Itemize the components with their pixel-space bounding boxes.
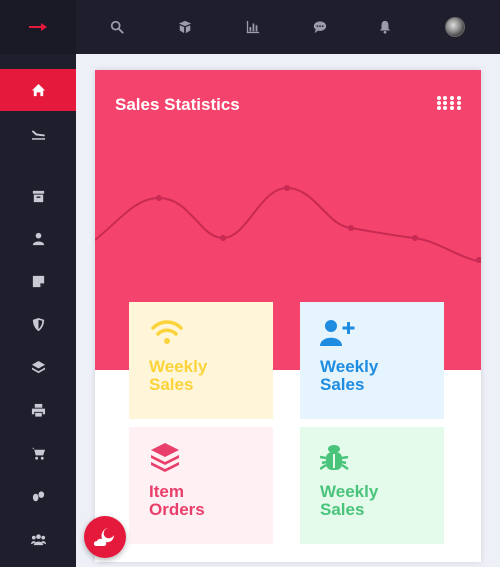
- sales-trend-line: [95, 185, 481, 263]
- messages-button[interactable]: [312, 19, 328, 35]
- tile-label: Weekly Sales: [149, 357, 208, 394]
- tile-label: Weekly Sales: [320, 482, 379, 519]
- users-icon: [30, 533, 46, 545]
- layers-icon: [151, 443, 179, 472]
- weekly-sales-bugs-tile[interactable]: Weekly Sales: [300, 427, 444, 544]
- sidebar-item-layers[interactable]: [0, 346, 76, 388]
- sidebar-item-security[interactable]: [0, 303, 76, 345]
- user-icon: [32, 232, 44, 245]
- tile-label: Item Orders: [149, 482, 205, 519]
- cart-icon: [31, 447, 45, 460]
- tile-label: Weekly Sales: [320, 357, 379, 394]
- home-icon: [31, 83, 45, 96]
- weekly-sales-users-tile[interactable]: Weekly Sales: [300, 302, 444, 419]
- wifi-icon: [151, 320, 183, 344]
- bell-icon: [379, 20, 391, 34]
- avatar[interactable]: [445, 17, 465, 37]
- box-icon: [178, 20, 192, 34]
- bug-icon: [320, 445, 349, 471]
- sidebar-item-print[interactable]: [0, 389, 76, 431]
- chat-icon: [313, 21, 327, 34]
- sidebar-item-home[interactable]: [0, 69, 76, 111]
- sidebar-item-cart[interactable]: [0, 432, 76, 474]
- sidebar-toggle[interactable]: [0, 0, 76, 54]
- sidebar-item-profile[interactable]: [0, 217, 76, 259]
- weekly-sales-tile[interactable]: Weekly Sales: [129, 302, 273, 419]
- sidebar-item-tracking[interactable]: [0, 475, 76, 517]
- top-bar: [76, 0, 500, 54]
- packages-button[interactable]: [177, 19, 193, 35]
- search-button[interactable]: [109, 19, 125, 35]
- dots-grid-icon[interactable]: [436, 95, 462, 111]
- user-plus-icon: [320, 320, 355, 346]
- sidebar-item-flights[interactable]: [0, 112, 76, 154]
- cloud-moon-icon: [93, 528, 114, 546]
- shield-icon: [32, 317, 44, 331]
- card-title: Sales Statistics: [115, 95, 240, 114]
- printer-icon: [31, 403, 45, 418]
- sidebar: [0, 0, 76, 567]
- reports-button[interactable]: [245, 19, 261, 35]
- footsteps-icon: [32, 490, 44, 501]
- note-icon: [32, 275, 44, 287]
- archive-icon: [32, 190, 44, 202]
- chart-icon: [246, 20, 260, 34]
- search-icon: [110, 20, 124, 34]
- sidebar-item-team[interactable]: [0, 518, 76, 560]
- theme-toggle-button[interactable]: [84, 516, 126, 558]
- notifications-button[interactable]: [377, 19, 393, 35]
- plane-icon: [31, 130, 45, 140]
- sales-statistics-card: Sales Statistics Weekly Sales Weekly Sal…: [95, 70, 481, 562]
- sidebar-item-archive[interactable]: [0, 175, 76, 217]
- layers-icon: [31, 360, 45, 373]
- arrow-right-icon: [29, 23, 47, 31]
- sidebar-item-notes[interactable]: [0, 260, 76, 302]
- item-orders-tile[interactable]: Item Orders: [129, 427, 273, 544]
